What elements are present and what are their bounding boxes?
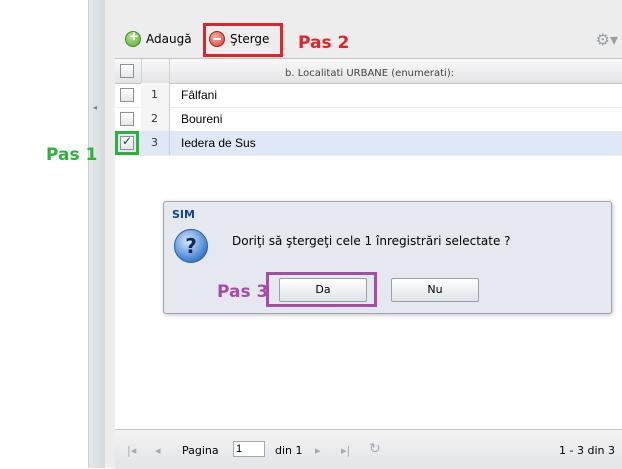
column-header-localitati[interactable]: b. Localitati URBANE (enumerati): xyxy=(285,68,454,79)
row-number: 3 xyxy=(151,136,158,149)
gear-icon[interactable]: ⚙▾ xyxy=(596,30,618,49)
collapse-arrow-icon[interactable]: ◂ xyxy=(93,103,97,112)
annotation-pas3: Pas 3 xyxy=(217,282,269,302)
page-label: Pagina xyxy=(182,444,219,457)
grid-header: b. Localitati URBANE (enumerati): xyxy=(115,59,622,84)
no-button[interactable]: Nu xyxy=(391,278,479,302)
yes-button[interactable]: Da xyxy=(279,278,367,302)
row-number: 2 xyxy=(151,112,158,125)
add-button[interactable]: Adaugă xyxy=(125,29,192,49)
toolbar: Adaugă Şterge Pas 2 ⚙▾ xyxy=(105,18,622,58)
page-total-label: din 1 xyxy=(275,444,303,457)
dialog-message: Doriţi să ştergeţi cele 1 înregistrări s… xyxy=(232,234,511,248)
last-page-icon[interactable]: ▸| xyxy=(341,444,350,457)
record-range: 1 - 3 din 3 xyxy=(559,444,615,457)
confirm-dialog: SIM ? Doriţi să ştergeţi cele 1 înregist… xyxy=(163,201,612,314)
dialog-title: SIM xyxy=(172,208,195,221)
annotation-pas2: Pas 2 xyxy=(298,33,350,53)
row-checkbox-cell xyxy=(115,131,142,155)
annotation-pas1: Pas 1 xyxy=(46,145,98,165)
first-page-icon[interactable]: |◂ xyxy=(127,444,136,457)
table-row-selected[interactable]: 3 Iedera de Sus xyxy=(115,131,622,156)
row-checkbox-cell xyxy=(115,107,142,131)
refresh-icon[interactable]: ↻ xyxy=(369,441,381,457)
add-icon xyxy=(125,29,141,47)
row-number: 1 xyxy=(151,88,158,101)
paging-toolbar: |◂ ◂ Pagina din 1 ▸ ▸| ↻ 1 - 3 din 3 xyxy=(115,429,622,469)
table-row[interactable]: 1 Fâlfani xyxy=(115,83,622,108)
header-number-cell xyxy=(141,59,170,83)
add-button-label: Adaugă xyxy=(146,32,192,46)
row-name: Iedera de Sus xyxy=(181,136,256,150)
prev-page-icon[interactable]: ◂ xyxy=(155,444,161,457)
header-checkbox-cell xyxy=(115,59,142,83)
row-checkbox[interactable] xyxy=(120,112,134,126)
page-number-input[interactable] xyxy=(233,441,265,457)
row-number-cell: 1 xyxy=(141,83,170,107)
annotation-box-pas1 xyxy=(115,131,139,155)
annotation-box-pas2 xyxy=(203,23,283,57)
row-name: Boureni xyxy=(181,112,223,126)
table-row[interactable]: 2 Boureni xyxy=(115,107,622,132)
select-all-checkbox[interactable] xyxy=(120,64,134,78)
question-icon: ? xyxy=(174,229,208,263)
row-checkbox[interactable] xyxy=(120,88,134,102)
row-checkbox-cell xyxy=(115,83,142,107)
next-page-icon[interactable]: ▸ xyxy=(315,444,321,457)
row-name: Fâlfani xyxy=(181,88,218,102)
row-number-cell: 3 xyxy=(141,131,170,155)
left-panel xyxy=(0,0,88,468)
row-number-cell: 2 xyxy=(141,107,170,131)
